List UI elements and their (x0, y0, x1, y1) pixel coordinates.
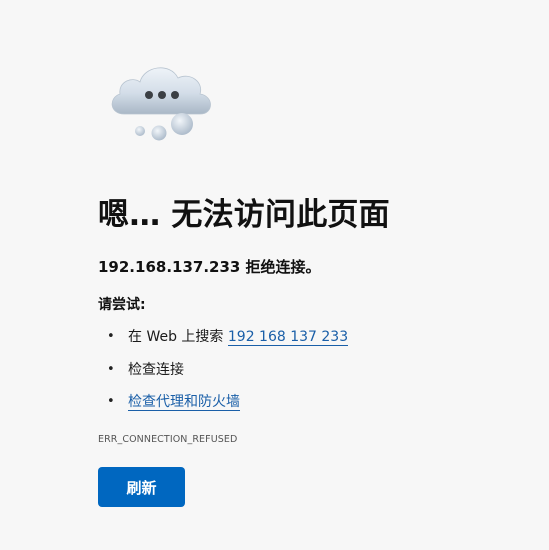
suggestion-search: • 在 Web 上搜索 192 168 137 233 (98, 326, 349, 348)
check-connection-text: 检查连接 (128, 361, 184, 378)
page-title: 嗯… 无法访问此页面 (98, 197, 390, 233)
suggestion-check-connection: • 检查连接 (98, 359, 348, 381)
check-proxy-firewall-link[interactable]: 检查代理和防火墙 (128, 394, 240, 411)
try-heading: 请尝试: (98, 297, 146, 313)
error-code: ERR_CONNECTION_REFUSED (98, 434, 238, 445)
search-prefix: 在 Web 上搜索 (128, 329, 228, 345)
error-message: 192.168.137.233 拒绝连接。 (98, 258, 321, 276)
error-page: 嗯… 无法访问此页面 192.168.137.233 拒绝连接。 请尝试: • … (0, 0, 549, 550)
bullet-icon: • (107, 361, 115, 377)
bullet-icon: • (107, 394, 115, 409)
search-web-link[interactable]: 192 168 137 233 (227, 329, 349, 346)
suggestion-check-proxy: • 检查代理和防火墙 (98, 391, 348, 413)
refresh-button[interactable]: 刷新 (98, 467, 185, 507)
suggestion-list: • 在 Web 上搜索 192 168 137 233 • 检查连接 • 检查代… (98, 326, 349, 424)
bullet-icon: • (107, 329, 115, 344)
cloud-error-icon (104, 58, 222, 148)
